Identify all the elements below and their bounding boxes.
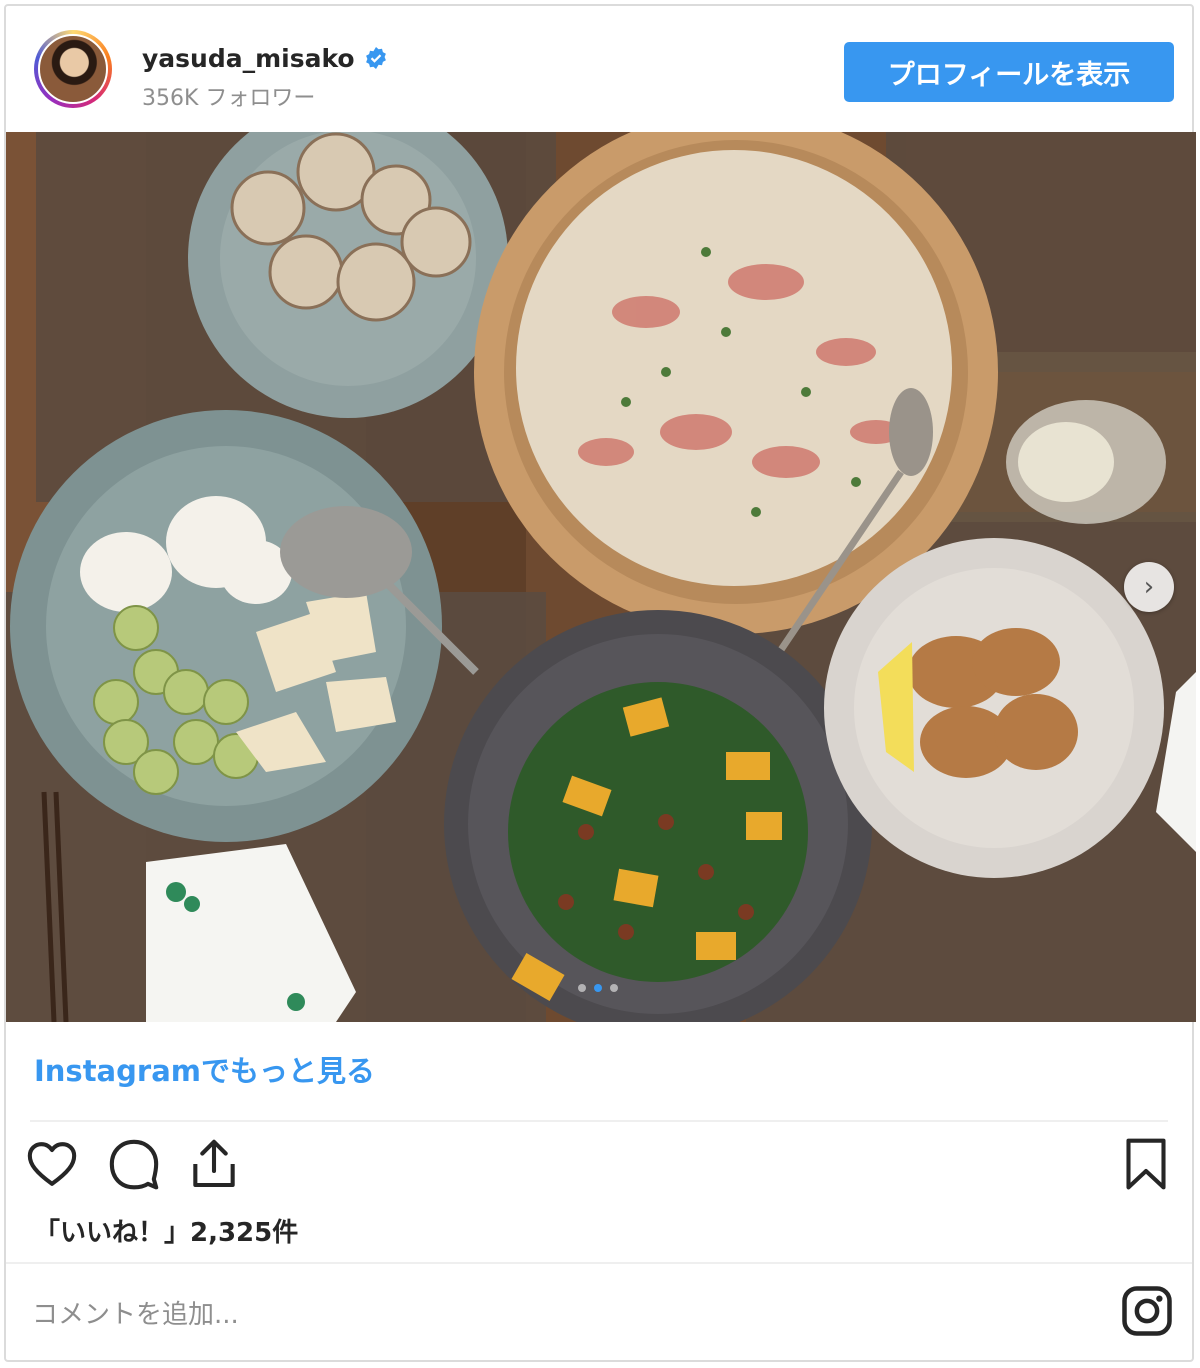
comment-icon[interactable] [106,1136,162,1192]
divider [30,1120,1168,1122]
instagram-embed: yasuda_misako 356K フォロワー プロフィールを表示 › Ins… [4,4,1196,1362]
add-comment-field[interactable]: コメントを追加... [32,1294,239,1331]
bookmark-icon[interactable] [1118,1136,1174,1192]
carousel-dot [578,984,586,992]
action-bar [6,1136,1192,1200]
follower-count: 356K フォロワー [142,86,316,111]
food-table-image [6,132,1196,1022]
verified-badge-icon [366,47,386,69]
carousel-dots [578,984,618,992]
instagram-logo-icon[interactable] [1120,1284,1174,1338]
view-more-on-instagram-link[interactable]: Instagramでもっと見る [34,1048,375,1090]
post-header: yasuda_misako 356K フォロワー プロフィールを表示 [6,6,1192,132]
carousel-dot [610,984,618,992]
view-profile-button[interactable]: プロフィールを表示 [844,42,1174,102]
avatar[interactable] [34,30,112,108]
divider [6,1262,1192,1264]
avatar-image [38,34,108,104]
carousel-dot-active [594,984,602,992]
share-icon[interactable] [186,1136,242,1192]
like-count[interactable]: 「いいね！」2,325件 [34,1212,298,1249]
chevron-right-icon: › [1143,572,1155,602]
post-photo[interactable]: › [6,132,1196,1022]
next-photo-button[interactable]: › [1124,562,1174,612]
heart-icon[interactable] [24,1136,80,1192]
username[interactable]: yasuda_misako [142,44,355,73]
